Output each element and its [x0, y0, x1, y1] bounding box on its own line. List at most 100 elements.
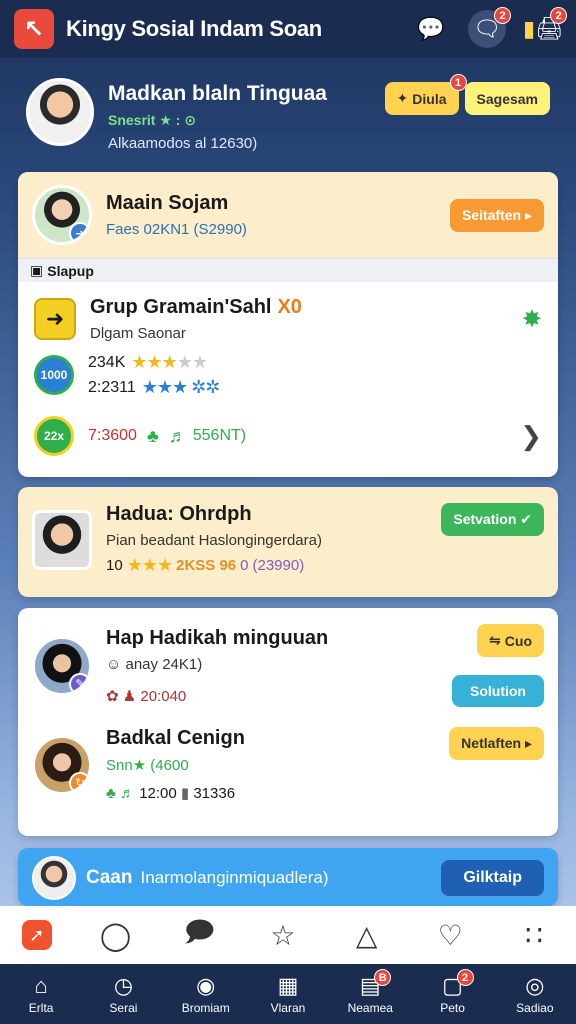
hadua-meta: 10 ★★★ 2KSS 96 0 (23990): [106, 555, 322, 576]
profile-meta: Alkaamodos al 12630): [108, 135, 258, 152]
cart-icon[interactable]: ▮ 🖨 2: [523, 7, 567, 48]
hadua-card: Hadua: Ohrdph Pian beadant Haslongingerd…: [18, 487, 558, 597]
clock-icon: ◷: [113, 973, 134, 998]
group-icon[interactable]: ➜: [34, 298, 76, 340]
settings-icon: ◎: [525, 973, 545, 998]
camera-icon: ◉: [196, 973, 216, 998]
rating1-stars: ★★★★★: [131, 352, 208, 372]
people-card: ✎ Hap Hadikah minguuan ☺ anay 24K1) ✿ ♟ …: [18, 608, 558, 836]
tab-image[interactable]: ▦ Vlaran: [253, 973, 323, 1015]
person2-text: Badkal Cenign Snn★ (4600 ♣ ♬ 12:00 ▮ 313…: [106, 727, 245, 802]
chat-badge: 2: [494, 7, 511, 24]
solution-button[interactable]: Solution: [452, 675, 544, 707]
tab-bag-label: Peto: [440, 1001, 465, 1015]
hadua-sub: Pian beadant Haslongingerdara): [106, 532, 322, 549]
bell-icon[interactable]: △: [347, 919, 387, 952]
tab-settings-label: Sadiao: [516, 1001, 554, 1015]
arrow-icon: ⇋: [489, 632, 501, 648]
main-card-avatar[interactable]: ➜: [32, 185, 92, 245]
sagesam-button[interactable]: Sagesam: [464, 82, 550, 115]
person2-stat-a: 12:00: [139, 785, 177, 802]
lock-icon: ▣: [30, 262, 44, 278]
search-icon[interactable]: ◯: [96, 919, 136, 952]
more-icon[interactable]: ∷: [514, 919, 554, 952]
home-icon: ⌂: [34, 973, 48, 998]
profile-actions: ✦ Diula 1 Sagesam: [384, 74, 550, 115]
tab-camera-label: Bromiam: [181, 1001, 230, 1015]
hadua-avatar[interactable]: [32, 509, 92, 570]
tab-settings[interactable]: ◎ Sadiao: [500, 973, 570, 1015]
group-suffix: X0: [277, 296, 302, 318]
section-label: Slapup: [47, 262, 94, 279]
count-a: 7:3600: [88, 427, 137, 444]
person1-title: Hap Hadikah minguuan: [106, 626, 329, 649]
diula-label: Diula: [412, 90, 447, 107]
tab-news[interactable]: ▤ B Neamea: [335, 969, 405, 1015]
person2-row[interactable]: ↻ Badkal Cenign Snn★ (4600 ♣ ♬ 12:00 ▮ 3…: [18, 717, 558, 818]
diula-badge: 1: [449, 74, 467, 91]
tab-home[interactable]: ⌂ Erlta: [6, 973, 76, 1015]
tab-camera[interactable]: ◉ Bromiam: [171, 973, 241, 1015]
cuo-button[interactable]: ⇋ Cuo: [477, 624, 544, 657]
profile-status: Snesrit ★ : ⊙: [108, 112, 197, 128]
cart-badge: 2: [550, 7, 567, 24]
promo-text: Inarmolanginmiquadlera): [140, 868, 329, 887]
tab-bag[interactable]: ▢ 2 Peto: [418, 969, 488, 1015]
rating2-value: 2:2311: [88, 378, 136, 396]
group-round-icon-2[interactable]: 22x: [34, 416, 74, 456]
hadua-title: Hadua: Ohrdph: [106, 503, 252, 525]
main-card-text: Maain Sojam Faes 02KN1 (S2990): [106, 192, 247, 238]
promo-avatar[interactable]: [32, 856, 76, 900]
person-icon: ♟: [122, 687, 137, 705]
bottom-nav: ⌂ Erlta ◷ Serai ◉ Bromiam ▦ Vlaran ▤ B N…: [0, 964, 576, 1024]
person1-avatar[interactable]: ✎: [32, 635, 92, 696]
hadua-meta-b: 0: [240, 557, 249, 574]
chevron-right-icon[interactable]: ❯: [520, 421, 542, 452]
clover-icon: ♣: [106, 785, 116, 802]
person1-stat: ✿ ♟ 20:040: [106, 687, 328, 705]
gilktaip-button[interactable]: Gilktaip: [441, 860, 544, 896]
hadua-meta-mid: 2KSS 96: [176, 557, 237, 574]
refresh-icon: ↻: [69, 771, 89, 792]
setvation-button[interactable]: Setvation ✔: [441, 503, 544, 536]
person1-sub: ☺ anay 24K1): [106, 656, 328, 673]
main-card-title: Maain Sojam: [106, 192, 229, 214]
profile-header: Madkan blaln Tinguaa Snesrit ★ : ⊙ Alkaa…: [0, 58, 576, 168]
tab-clock[interactable]: ◷ Serai: [88, 973, 158, 1015]
round-icon-2-label: 22x: [43, 429, 65, 443]
rating2-stars: ★★★ ✲✲: [141, 377, 221, 397]
bottle-icon: ♬: [168, 425, 187, 446]
compass-icon[interactable]: ➚: [21, 920, 52, 950]
chat-bubble-icon[interactable]: 🗩: [179, 911, 219, 959]
promo-row: Caan Inarmolanginmiquadlera) Gilktaip: [18, 848, 558, 906]
netlaften-button[interactable]: Netlaften ▸: [449, 727, 544, 760]
battery-icon: ▮: [180, 785, 190, 802]
hadua-stars: ★★★: [126, 555, 173, 575]
hadua-meta-a: 10: [106, 557, 123, 574]
shield-icon[interactable]: ♡: [430, 919, 470, 952]
person1-stat-value: 20:040: [140, 687, 187, 705]
person1-text: Hap Hadikah minguuan ☺ anay 24K1) ✿ ♟ 20…: [106, 627, 328, 705]
promo-title: Caan: [86, 867, 133, 888]
count-b: 556NT): [192, 427, 247, 444]
diula-button[interactable]: ✦ Diula 1: [384, 74, 467, 115]
seitaften-button[interactable]: Seitaften ▸: [449, 198, 544, 232]
action-bar: ➚ ◯ 🗩 ☆ △ ♡ ∷: [0, 906, 576, 964]
app-logo-icon[interactable]: ↖: [14, 9, 54, 49]
tab-clock-label: Serai: [109, 1001, 138, 1015]
profile-avatar[interactable]: [26, 78, 94, 146]
chat-notification-icon[interactable]: 🗨 2: [468, 7, 511, 48]
messages-icon[interactable]: 💬: [412, 10, 450, 48]
hadua-text: Hadua: Ohrdph Pian beadant Haslongingerd…: [106, 503, 322, 576]
bottle-icon: ♬: [120, 785, 136, 802]
person1-row[interactable]: ✎ Hap Hadikah minguuan ☺ anay 24K1) ✿ ♟ …: [18, 608, 558, 717]
person2-stat-b: 31336: [193, 785, 236, 802]
flower-icon: ✿: [106, 687, 119, 705]
clover-icon: ♣: [146, 425, 159, 446]
promo-card: Caan Inarmolanginmiquadlera) Gilktaip: [18, 848, 558, 906]
star-icon[interactable]: ☆: [263, 919, 303, 952]
person2-avatar[interactable]: ↻: [32, 734, 92, 795]
profile-name: Madkan blaln Tinguaa: [108, 82, 327, 105]
group-round-icon-1[interactable]: 1000: [34, 355, 74, 395]
app-title: Kingy Sosial Indam Soan: [66, 16, 322, 41]
